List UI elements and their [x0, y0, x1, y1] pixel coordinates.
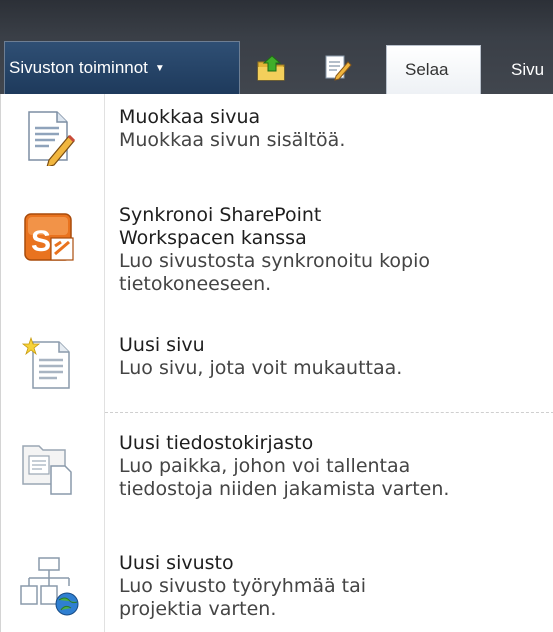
menu-item-title: Uusi tiedostokirjasto	[119, 432, 314, 454]
menu-item-title: Uusi sivu	[119, 334, 205, 356]
site-actions-menu: Muokkaa sivua Muokkaa sivun sisältöä. S …	[0, 94, 553, 632]
site-actions-label: Sivuston toiminnot	[9, 58, 148, 77]
chevron-down-icon: ▼	[154, 62, 165, 74]
menu-item-description: Muokkaa sivun sisältöä.	[119, 129, 346, 151]
menu-separator	[105, 412, 553, 413]
site-actions-button[interactable]: Sivuston toiminnot ▼	[4, 41, 240, 94]
menu-item-new-page[interactable]: Uusi sivu Luo sivu, jota voit mukauttaa.	[1, 334, 553, 404]
menu-item-edit-page[interactable]: Muokkaa sivua Muokkaa sivun sisältöä.	[1, 106, 553, 174]
menu-item-sync-workspace[interactable]: S Synkronoi SharePoint Workspacen kanssa…	[1, 204, 553, 304]
menu-item-description: Luo sivusto työryhmää tai projektia vart…	[119, 575, 367, 620]
tab-label: Selaa	[405, 60, 449, 79]
menu-item-title: Muokkaa sivua	[119, 106, 261, 128]
menu-item-title: Synkronoi SharePoint Workspacen kanssa	[119, 204, 322, 249]
new-library-icon	[22, 445, 72, 495]
tab-selaa[interactable]: Selaa	[386, 45, 481, 94]
tab-label: Sivu	[511, 59, 545, 79]
menu-item-description: Luo sivu, jota voit mukauttaa.	[119, 357, 403, 379]
new-site-icon	[20, 557, 79, 616]
tab-sivu[interactable]: Sivu	[497, 45, 553, 94]
menu-item-new-library[interactable]: Uusi tiedostokirjasto Luo paikka, johon …	[1, 432, 553, 532]
menu-item-new-site[interactable]: Uusi sivusto Luo sivusto työryhmää tai p…	[1, 552, 553, 632]
menu-item-description: Luo sivustosta synkronoitu kopio tietoko…	[119, 250, 431, 295]
sharepoint-workspace-icon: S	[24, 213, 74, 261]
edit-page-icon	[28, 111, 76, 166]
svg-text:S: S	[31, 225, 51, 258]
ribbon-bar: Sivuston toiminnot ▼ Selaa Sivu	[0, 0, 553, 94]
new-page-icon	[21, 336, 70, 389]
menu-item-description: Luo paikka, johon voi tallentaa tiedosto…	[119, 455, 450, 500]
menu-item-title: Uusi sivusto	[119, 552, 234, 574]
navigate-up-icon[interactable]	[256, 52, 286, 82]
edit-icon[interactable]	[322, 52, 352, 82]
